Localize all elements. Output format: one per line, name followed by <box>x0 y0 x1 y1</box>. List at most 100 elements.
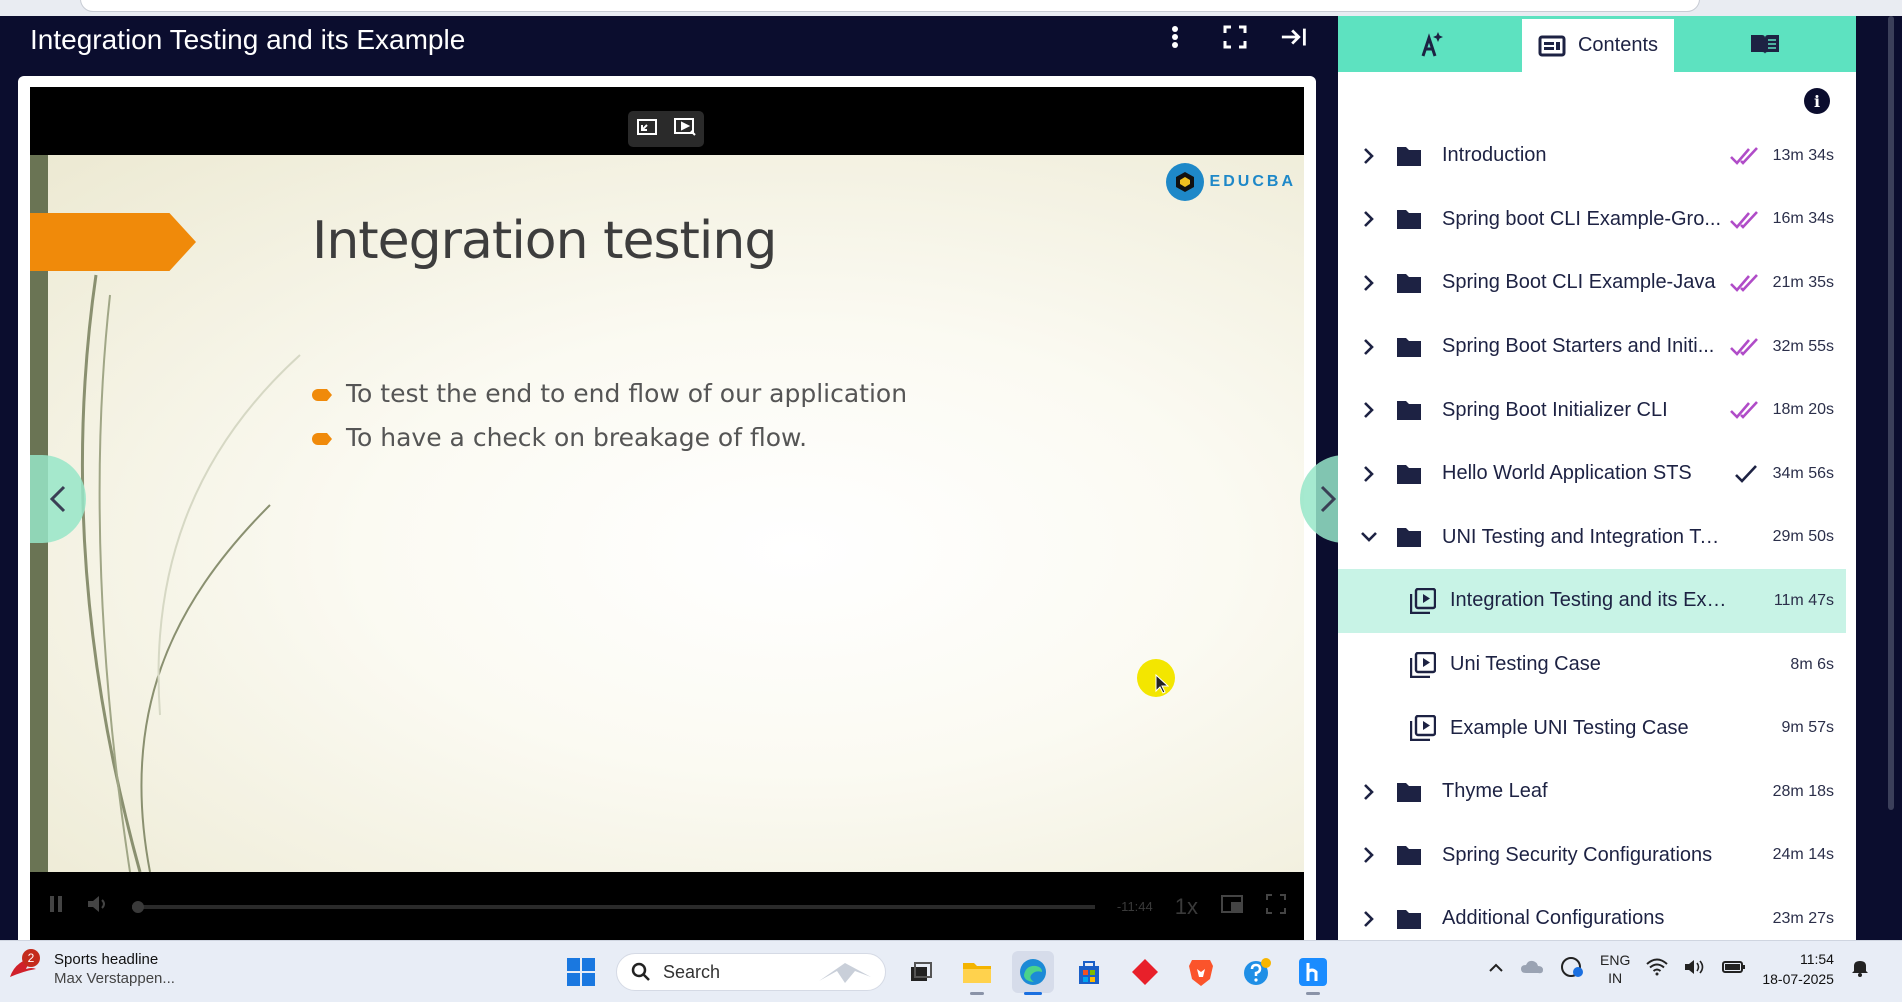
tab-notes[interactable] <box>1674 16 1856 72</box>
ai-sparkle-icon <box>1421 32 1443 57</box>
chevron-right-icon[interactable] <box>1354 910 1384 928</box>
language-code: ENG <box>1600 952 1631 968</box>
chevron-right-icon[interactable] <box>1354 465 1384 483</box>
video-player[interactable]: Integration testing To test the end to e… <box>30 87 1356 940</box>
row-title: Introduction <box>1442 144 1547 167</box>
chevron-right-icon[interactable] <box>1354 846 1384 864</box>
tab-contents-label: Contents <box>1577 34 1659 56</box>
row-title: Thyme Leaf <box>1442 780 1548 803</box>
edge-browser-icon[interactable] <box>1012 951 1054 995</box>
row-title: Additional Configurations <box>1442 907 1665 930</box>
tab-ai-assistant[interactable] <box>1338 16 1522 72</box>
player-card: Integration testing To test the end to e… <box>18 76 1356 940</box>
section-row[interactable]: Hello World Application STS 34m 56s <box>1338 442 1846 506</box>
tab-contents[interactable]: Contents <box>1522 16 1674 72</box>
search-icon <box>631 962 650 981</box>
lecture-slide: Integration testing To test the end to e… <box>30 155 1304 872</box>
folder-icon <box>1397 210 1421 230</box>
start-button[interactable] <box>560 951 602 993</box>
slide-bullets: To test the end to end flow of our appli… <box>312 379 907 467</box>
progress-bar[interactable] <box>132 900 1095 913</box>
playback-speed-button[interactable]: 1x <box>1175 894 1198 920</box>
folder-icon <box>1397 146 1421 166</box>
volume-tray-icon[interactable] <box>1684 958 1706 981</box>
news-widget-icon: 2 <box>8 949 44 987</box>
red-diamond-app-icon[interactable] <box>1124 951 1166 993</box>
educba-logo-text: EDUCBA <box>1209 173 1296 190</box>
chevron-right-icon[interactable] <box>1354 783 1384 801</box>
section-row[interactable]: Thyme Leaf 28m 18s <box>1338 760 1846 824</box>
task-view-icon[interactable] <box>900 951 942 993</box>
sidebar-scroll-track <box>1856 16 1902 940</box>
double-check-icon <box>1730 274 1758 293</box>
time-remaining: -11:44 <box>1116 899 1153 914</box>
mini-player-icon[interactable] <box>1220 894 1244 919</box>
section-row[interactable]: Spring boot CLI Example-Gro... 16m 34s <box>1338 188 1846 252</box>
exit-fullscreen-icon[interactable] <box>636 117 658 142</box>
chevron-right-icon[interactable] <box>1354 147 1384 165</box>
chevron-up-icon[interactable] <box>1488 960 1504 978</box>
player-fullscreen-icon[interactable] <box>1266 894 1286 919</box>
help-app-icon[interactable] <box>1236 951 1278 993</box>
row-duration: 23m 27s <box>1772 909 1834 927</box>
wifi-icon[interactable] <box>1646 958 1669 981</box>
clock-time: 11:54 <box>1799 951 1834 967</box>
educba-logo-icon <box>1165 163 1204 201</box>
section-row[interactable]: Spring Boot Starters and Initi... 32m 55s <box>1338 315 1846 379</box>
h-app-icon[interactable] <box>1292 951 1334 995</box>
folder-icon <box>1397 528 1421 548</box>
taskbar-search[interactable]: Search <box>616 953 886 991</box>
more-options-icon[interactable] <box>1160 22 1190 52</box>
notes-book-icon <box>1751 35 1779 54</box>
chevron-right-icon[interactable] <box>1354 401 1384 419</box>
chevron-right-icon[interactable] <box>1354 338 1384 356</box>
news-widget[interactable]: 2 Sports headline Max Verstappen... <box>8 949 175 987</box>
section-row[interactable]: Spring Security Configurations 24m 14s <box>1338 824 1846 888</box>
course-sidebar: Contents i Introduction 13m 34s Spring boo… <box>1338 16 1856 940</box>
fullscreen-icon[interactable] <box>1220 22 1250 52</box>
lesson-row[interactable]: Example UNI Testing Case 9m 57s <box>1338 696 1846 760</box>
section-row[interactable]: Spring Boot Initializer CLI 18m 20s <box>1338 378 1846 442</box>
section-row[interactable]: Introduction 13m 34s <box>1338 124 1846 188</box>
volume-icon[interactable] <box>86 894 110 919</box>
notification-bell-icon[interactable] <box>1850 957 1870 982</box>
row-duration: 16m 34s <box>1772 210 1834 228</box>
slide-bullet: To have a check on breakage of flow. <box>312 423 907 452</box>
lesson-row[interactable]: Uni Testing Case 8m 6s <box>1338 633 1846 697</box>
picture-in-picture-icon[interactable] <box>673 117 697 142</box>
pause-icon[interactable] <box>48 895 64 918</box>
system-clock[interactable]: 11:54 18-07-2025 <box>1762 949 1834 989</box>
title-actions <box>1160 22 1310 52</box>
video-lesson-icon <box>1410 587 1436 614</box>
network-status-icon[interactable] <box>1560 956 1584 983</box>
chevron-down-icon[interactable] <box>1354 531 1384 543</box>
onedrive-icon[interactable] <box>1520 959 1544 980</box>
row-title: Spring Boot Starters and Initi... <box>1442 335 1715 358</box>
microsoft-store-icon[interactable] <box>1068 951 1110 993</box>
battery-icon[interactable] <box>1722 959 1746 980</box>
row-title: Integration Testing and its Exa... <box>1450 589 1734 612</box>
news-title: Sports headline <box>54 951 159 968</box>
search-highlight-icon <box>819 963 871 983</box>
progress-knob[interactable] <box>132 900 144 913</box>
address-bar[interactable] <box>80 0 1700 12</box>
contents-icon <box>1538 35 1566 56</box>
section-row[interactable]: UNI Testing and Integration Testi... 29m … <box>1338 506 1846 570</box>
sidebar-scrollbar[interactable] <box>1888 16 1894 810</box>
folder-icon <box>1397 464 1421 484</box>
brave-browser-icon[interactable] <box>1180 951 1222 993</box>
language-indicator[interactable]: ENG IN <box>1600 951 1630 987</box>
app-indicator <box>1024 992 1042 995</box>
section-row[interactable]: Spring Boot CLI Example-Java 21m 35s <box>1338 251 1846 315</box>
folder-icon <box>1397 782 1421 802</box>
folder-icon <box>1397 337 1421 357</box>
row-duration: 9m 57s <box>1781 719 1834 737</box>
chevron-right-icon[interactable] <box>1354 274 1384 292</box>
row-duration: 28m 18s <box>1772 782 1834 800</box>
collapse-sidebar-icon[interactable] <box>1280 22 1310 52</box>
file-explorer-icon[interactable] <box>956 951 998 995</box>
info-icon[interactable]: i <box>1804 88 1830 114</box>
row-duration: 13m 34s <box>1772 146 1834 164</box>
lesson-row[interactable]: Integration Testing and its Exa... 11m 47… <box>1338 569 1846 633</box>
chevron-right-icon[interactable] <box>1354 210 1384 228</box>
